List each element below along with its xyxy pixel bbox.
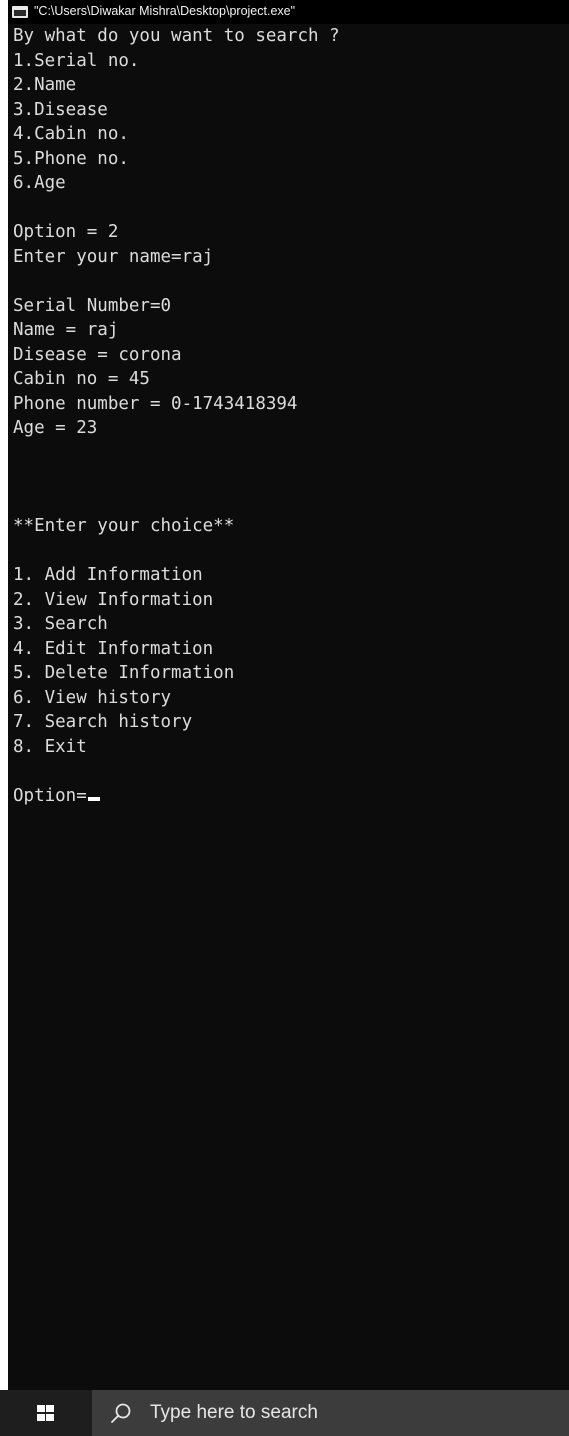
search-prompt: By what do you want to search ? [13,26,340,46]
record-serial: Serial Number=0 [13,295,172,316]
record-phone: Phone number = 0-1743418394 [13,393,298,414]
search-option: 4.Cabin no. [13,124,129,144]
menu-heading: **Enter your choice** [13,516,235,536]
desktop-edge [0,0,8,1390]
record-age: Age = 23 [13,418,98,438]
windows-logo-pane [37,1413,45,1421]
menu-item: 3. Search [13,614,108,634]
record-disease: Disease = corona [13,344,182,365]
menu-item: 8. Exit [13,736,87,757]
windows-logo-pane [37,1405,45,1412]
console-app-icon [12,6,28,18]
menu-item: 2. View Information [13,589,214,610]
menu-item: 4. Edit Information [13,638,214,659]
search-option: 6.Age [13,173,66,193]
windows-logo-pane [46,1413,54,1421]
start-button[interactable] [0,1390,92,1436]
record-cabin: Cabin no = 45 [13,369,150,389]
search-option: 1.Serial no. [13,50,140,71]
taskbar-search-box[interactable]: Type here to search [92,1390,569,1436]
menu-item: 7. Search history [13,712,193,732]
windows-logo-pane [46,1405,54,1412]
menu-item: 6. View history [13,687,172,708]
screen: "C:\Users\Diwakar Mishra\Desktop\project… [0,0,569,1436]
name-prompt: Enter your name=raj [13,246,214,267]
search-option: 5.Phone no. [13,148,129,169]
option-input-line[interactable]: Option= [13,784,563,809]
search-icon [111,1403,131,1423]
option-input-prompt: Option= [13,785,87,806]
console-window[interactable]: "C:\Users\Diwakar Mishra\Desktop\project… [8,0,569,1390]
menu-item: 1. Add Information [13,565,203,585]
menu-item: 5. Delete Information [13,663,235,683]
windows-logo-icon [37,1405,54,1421]
search-option: 3.Disease [13,99,108,120]
record-name: Name = raj [13,320,119,340]
search-placeholder: Type here to search [150,1402,318,1423]
search-option: 2.Name [13,75,77,95]
console-output[interactable]: By what do you want to search ? 1.Serial… [13,24,563,1384]
option-selected: Option = 2 [13,222,119,242]
taskbar: Type here to search [0,1390,569,1436]
text-cursor [87,796,100,801]
window-title: "C:\Users\Diwakar Mishra\Desktop\project… [34,4,296,18]
window-titlebar[interactable]: "C:\Users\Diwakar Mishra\Desktop\project… [8,0,569,24]
